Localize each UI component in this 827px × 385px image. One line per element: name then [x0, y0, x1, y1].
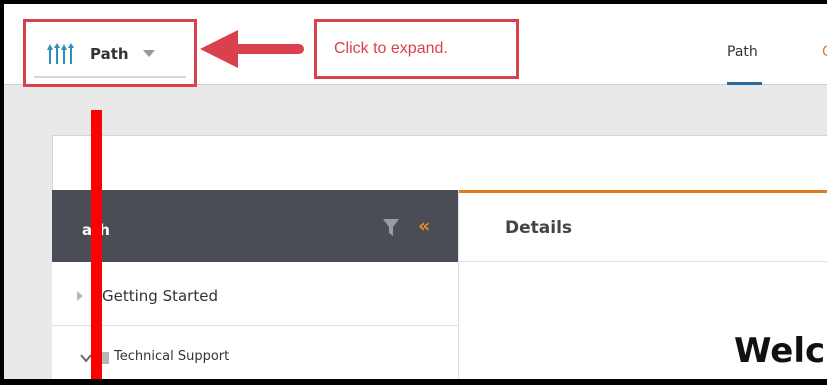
collapse-panel-icon[interactable]: «: [418, 215, 430, 237]
expand-arrow-icon[interactable]: [77, 291, 83, 301]
tab-partial[interactable]: C: [822, 44, 827, 60]
tree-item-technical-support[interactable]: [52, 326, 458, 379]
tree-item-label: Getting Started: [102, 287, 218, 305]
tree-item-label: Technical Support: [114, 349, 230, 364]
annotation-text: Click to expand.: [334, 40, 448, 57]
welcome-heading: Welc: [734, 331, 826, 371]
active-tab-indicator: [727, 82, 762, 85]
annotation-arrow-icon: [200, 30, 304, 68]
tab-path[interactable]: Path: [727, 44, 758, 60]
app-screen: Path Path C Click to expand. ath « Getti…: [4, 4, 827, 379]
filter-icon[interactable]: [383, 219, 399, 237]
details-separator: [459, 261, 827, 262]
details-title: Details: [505, 218, 573, 238]
annotation-highlight-box: [23, 19, 197, 87]
annotation-red-marker: [91, 110, 102, 379]
panel-divider: [458, 190, 459, 379]
details-accent-line: [459, 190, 827, 193]
